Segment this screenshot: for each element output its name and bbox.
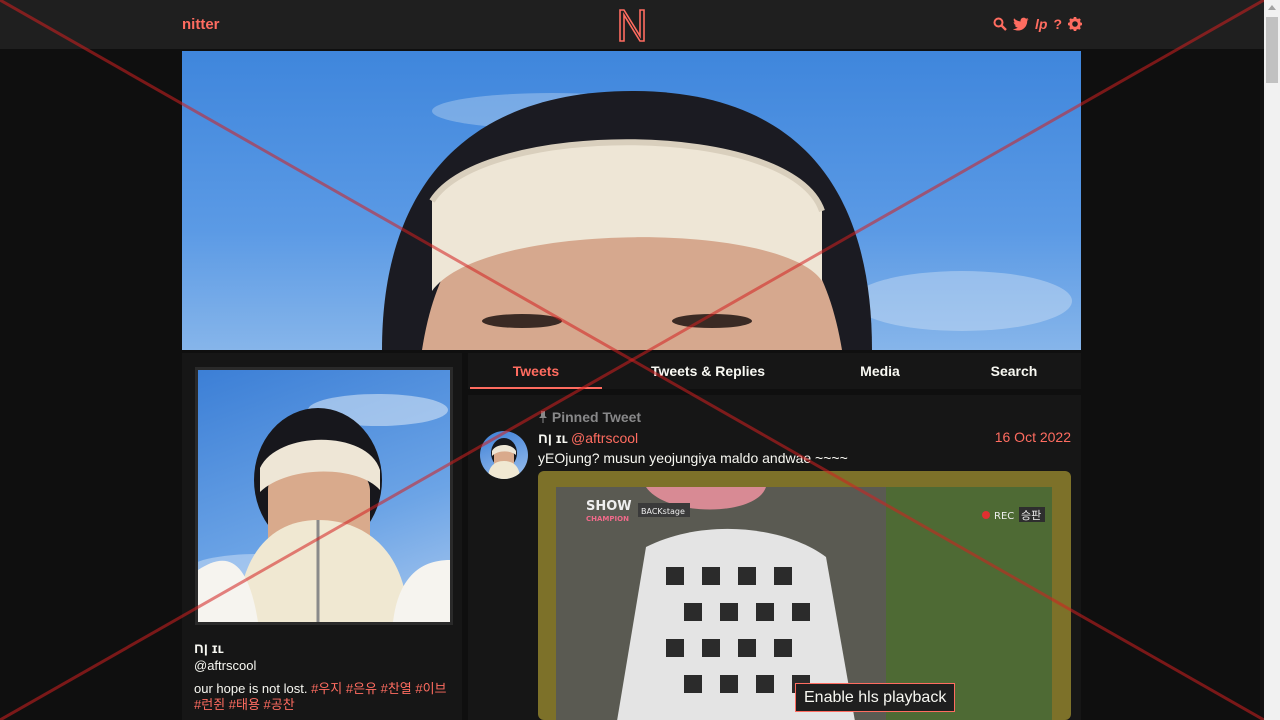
svg-text:CHAMPION: CHAMPION [586, 515, 629, 523]
profile-bio: our hope is not lost. #우지 #은유 #찬열 #이브 #런… [194, 681, 456, 713]
scroll-up-arrow-icon[interactable] [1268, 5, 1276, 10]
tweet-text: yEOjung? musun yeojungiya maldo andwae ~… [538, 450, 848, 466]
help-icon[interactable]: ? [1053, 16, 1062, 32]
top-navbar: nitter lp ? [0, 0, 1264, 50]
svg-text:BACKstage: BACKstage [641, 507, 685, 516]
svg-text:승판: 승판 [1021, 509, 1041, 522]
nitter-logo-icon[interactable] [618, 8, 646, 42]
brand-link[interactable]: nitter [182, 16, 220, 33]
profile-handle[interactable]: @aftrscool [194, 658, 256, 673]
tab-search[interactable]: Search [974, 353, 1054, 389]
tweet-video[interactable]: SHOW CHAMPION BACKstage REC 승판 Enable hl… [538, 471, 1071, 720]
tweet-author-name[interactable]: ןח ɪʟ [538, 430, 568, 446]
profile-card: ןח ɪʟ @aftrscool our hope is not lost. #… [182, 353, 462, 720]
profile-avatar[interactable] [195, 367, 453, 625]
svg-text:SHOW: SHOW [586, 499, 632, 514]
profile-name: ןח ɪʟ [194, 640, 224, 656]
pinned-tweet[interactable]: Pinned Tweet ןח ɪʟ @aftrscool 16 Oct 202… [468, 395, 1081, 720]
timeline-tabs: Tweets Tweets & Replies Media Search [468, 353, 1081, 389]
tweet-author-handle[interactable]: @aftrscool [571, 430, 638, 446]
tab-tweets[interactable]: Tweets [470, 353, 602, 389]
nav-icons: lp ? [993, 16, 1082, 32]
pinned-label: Pinned Tweet [538, 409, 641, 425]
lp-icon[interactable]: lp [1035, 16, 1047, 32]
profile-banner[interactable] [182, 51, 1081, 350]
gear-icon[interactable] [1068, 17, 1082, 31]
pin-icon [539, 411, 547, 423]
twitter-icon[interactable] [1012, 17, 1029, 31]
tweet-avatar[interactable] [480, 431, 528, 479]
svg-text:REC: REC [994, 511, 1014, 522]
bio-text: our hope is not lost. [194, 681, 312, 696]
tweet-date[interactable]: 16 Oct 2022 [995, 429, 1071, 445]
page-scrollbar[interactable] [1264, 0, 1280, 720]
scroll-thumb[interactable] [1266, 17, 1278, 83]
enable-hls-playback-button[interactable]: Enable hls playback [795, 683, 956, 712]
search-icon[interactable] [993, 17, 1007, 31]
tab-media[interactable]: Media [840, 353, 920, 389]
tab-tweets-replies[interactable]: Tweets & Replies [640, 353, 776, 389]
